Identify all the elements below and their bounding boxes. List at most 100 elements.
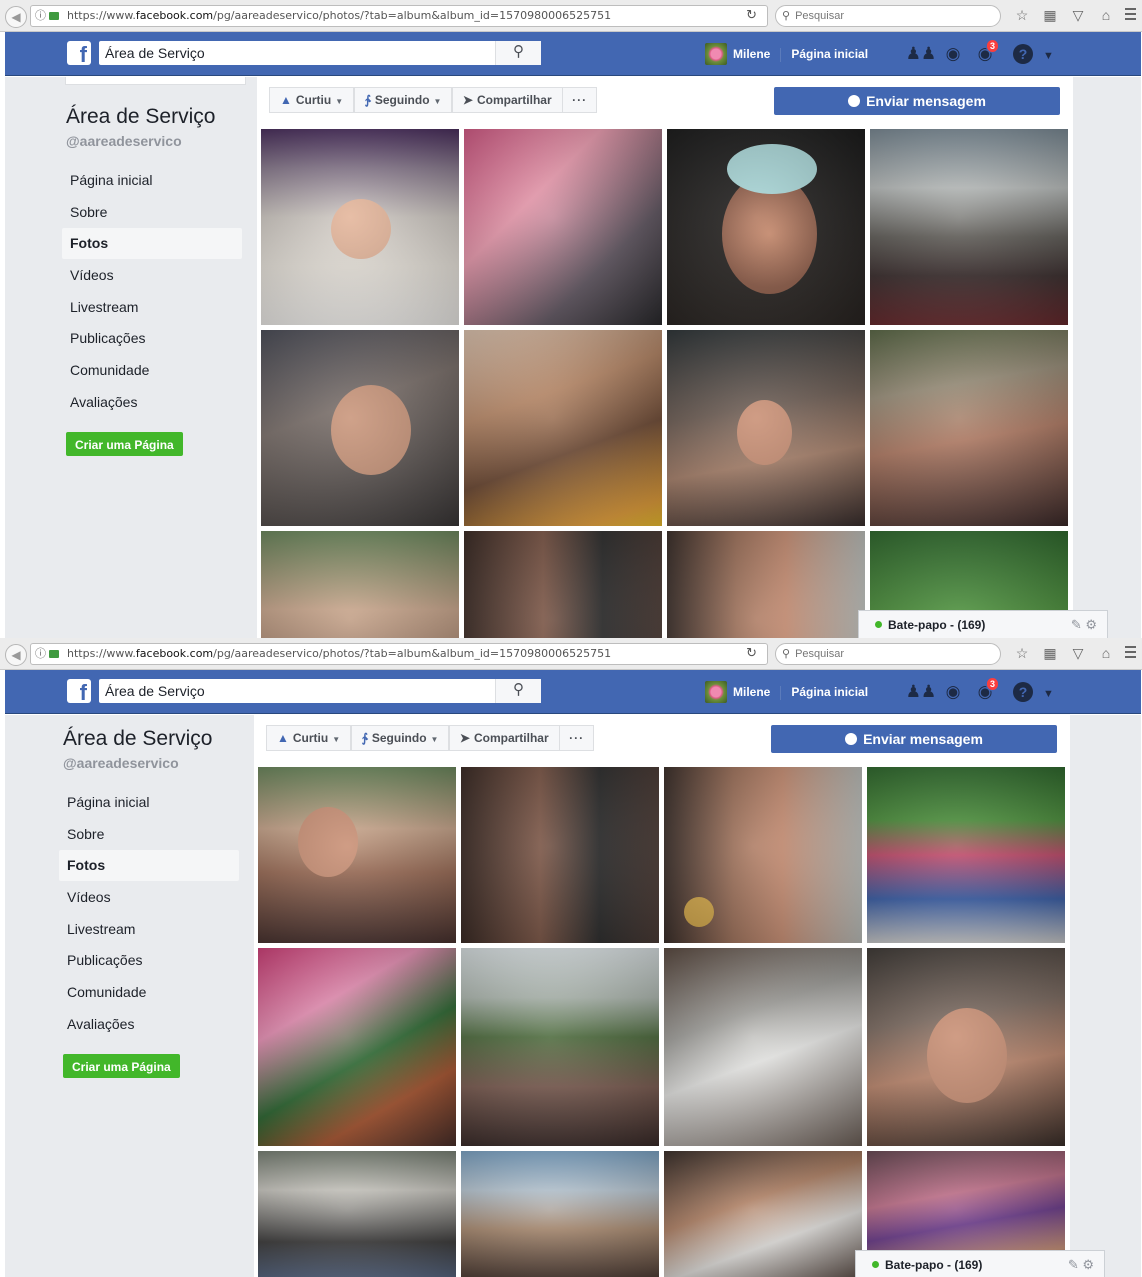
bookmark-star-icon[interactable]: ☆ <box>1008 7 1036 24</box>
home-link[interactable]: Página inicial <box>791 685 868 699</box>
browser-search-field[interactable]: ⚲ Pesquisar <box>775 5 1001 27</box>
facebook-search-input[interactable]: Área de Serviço ⚲ <box>99 41 541 65</box>
photo-thumbnail[interactable] <box>867 767 1065 943</box>
more-button[interactable]: ··· <box>562 87 598 113</box>
sidebar-item-community[interactable]: Comunidade <box>59 977 239 1008</box>
home-icon[interactable]: ⌂ <box>1092 7 1120 23</box>
photo-thumbnail[interactable] <box>667 129 865 325</box>
sidebar-item-about[interactable]: Sobre <box>62 197 242 228</box>
photo-thumbnail[interactable] <box>261 129 459 325</box>
create-page-button[interactable]: Criar uma Página <box>66 431 183 456</box>
chat-sidebar-bar[interactable]: Bate-papo - (169) ✎ ⚙ <box>855 1250 1105 1277</box>
photo-thumbnail[interactable] <box>258 948 456 1146</box>
photo-thumbnail[interactable] <box>664 767 862 943</box>
sidebar-item-livestream[interactable]: Livestream <box>59 914 239 945</box>
photo-thumbnail[interactable] <box>464 531 662 638</box>
info-icon[interactable]: ⓘ <box>35 644 46 664</box>
photo-thumbnail[interactable] <box>464 330 662 526</box>
reading-list-icon[interactable]: ▦ <box>1036 7 1064 24</box>
friend-requests-icon[interactable]: ♟♟ <box>905 681 937 703</box>
photo-thumbnail[interactable] <box>461 1151 659 1277</box>
reload-icon[interactable]: ↻ <box>746 644 757 664</box>
sidebar-item-home[interactable]: Página inicial <box>62 165 242 196</box>
share-button[interactable]: ➤ Compartilhar <box>448 725 560 751</box>
pocket-icon[interactable]: ▽ <box>1064 7 1092 24</box>
photo-thumbnail[interactable] <box>258 767 456 943</box>
messenger-icon[interactable]: ◉ <box>937 681 969 703</box>
photo-thumbnail[interactable] <box>870 330 1068 526</box>
info-icon[interactable]: ⓘ <box>35 6 46 26</box>
home-icon[interactable]: ⌂ <box>1092 645 1120 661</box>
messenger-icon[interactable]: ◉ <box>937 43 969 65</box>
following-button[interactable]: ∱ Seguindo ▼ <box>350 725 450 751</box>
account-menu-caret-icon[interactable]: ▼ <box>1043 45 1054 67</box>
browser-search-field[interactable]: ⚲ Pesquisar <box>775 643 1001 665</box>
share-button[interactable]: ➤ Compartilhar <box>451 87 563 113</box>
photo-thumbnail[interactable] <box>870 129 1068 325</box>
following-button[interactable]: ∱ Seguindo ▼ <box>353 87 453 113</box>
user-name-link[interactable]: Milene <box>733 47 770 61</box>
facebook-logo-icon[interactable]: f <box>67 679 91 703</box>
reload-icon[interactable]: ↻ <box>746 6 757 26</box>
photo-thumbnail[interactable] <box>261 330 459 526</box>
hamburger-menu-icon[interactable] <box>1125 646 1136 661</box>
photo-thumbnail[interactable] <box>461 948 659 1146</box>
user-avatar[interactable] <box>705 681 727 703</box>
sidebar-item-community[interactable]: Comunidade <box>62 355 242 386</box>
account-menu-caret-icon[interactable]: ▼ <box>1043 683 1054 705</box>
sidebar-item-reviews[interactable]: Avaliações <box>59 1009 239 1040</box>
chat-sidebar-bar[interactable]: Bate-papo - (169) ✎ ⚙ <box>858 610 1108 638</box>
compose-icon[interactable]: ✎ <box>1068 1257 1079 1272</box>
liked-button[interactable]: ▲ Curtiu ▼ <box>269 87 355 113</box>
home-link[interactable]: Página inicial <box>791 47 868 61</box>
reading-list-icon[interactable]: ▦ <box>1036 645 1064 662</box>
sidebar-item-about[interactable]: Sobre <box>59 819 239 850</box>
send-message-button[interactable]: Enviar mensagem <box>771 725 1057 753</box>
back-arrow-icon[interactable]: ◀ <box>5 644 27 666</box>
photo-thumbnail[interactable] <box>464 129 662 325</box>
search-icon[interactable]: ⚲ <box>495 41 541 65</box>
photo-thumbnail[interactable] <box>667 330 865 526</box>
hamburger-menu-icon[interactable] <box>1125 8 1136 23</box>
notifications-globe-icon[interactable]: ◉ 3 <box>969 677 1001 703</box>
help-icon[interactable]: ? <box>1013 44 1033 64</box>
compose-icon[interactable]: ✎ <box>1071 617 1082 632</box>
sidebar-item-reviews[interactable]: Avaliações <box>62 387 242 418</box>
more-button[interactable]: ··· <box>559 725 595 751</box>
friend-requests-icon[interactable]: ♟♟ <box>905 43 937 65</box>
sidebar-item-videos[interactable]: Vídeos <box>59 882 239 913</box>
user-avatar[interactable] <box>705 43 727 65</box>
pocket-icon[interactable]: ▽ <box>1064 645 1092 662</box>
bookmark-star-icon[interactable]: ☆ <box>1008 645 1036 662</box>
page-handle[interactable]: @aareadeservico <box>59 755 246 771</box>
address-bar[interactable]: ⓘ https://www.facebook.com/pg/aareadeserv… <box>30 643 768 665</box>
send-message-button[interactable]: Enviar mensagem <box>774 87 1060 115</box>
user-name-link[interactable]: Milene <box>733 685 770 699</box>
address-bar[interactable]: ⓘ https://www.facebook.com/pg/aareadeserv… <box>30 5 768 27</box>
photo-thumbnail[interactable] <box>667 531 865 638</box>
create-page-button[interactable]: Criar uma Página <box>63 1053 180 1078</box>
photo-thumbnail[interactable] <box>258 1151 456 1277</box>
photo-thumbnail[interactable] <box>664 948 862 1146</box>
sidebar-item-livestream[interactable]: Livestream <box>62 292 242 323</box>
facebook-logo-icon[interactable]: f <box>67 41 91 65</box>
gear-icon[interactable]: ⚙ <box>1085 617 1097 632</box>
page-title[interactable]: Área de Serviço <box>59 727 246 751</box>
page-title[interactable]: Área de Serviço <box>62 105 249 129</box>
back-arrow-icon[interactable]: ◀ <box>5 6 27 28</box>
photo-thumbnail[interactable] <box>867 948 1065 1146</box>
sidebar-item-photos[interactable]: Fotos <box>59 850 239 882</box>
sidebar-item-videos[interactable]: Vídeos <box>62 260 242 291</box>
liked-button[interactable]: ▲ Curtiu ▼ <box>266 725 352 751</box>
help-icon[interactable]: ? <box>1013 682 1033 702</box>
sidebar-item-posts[interactable]: Publicações <box>59 945 239 976</box>
sidebar-item-posts[interactable]: Publicações <box>62 323 242 354</box>
photo-thumbnail[interactable] <box>461 767 659 943</box>
notifications-globe-icon[interactable]: ◉ 3 <box>969 39 1001 65</box>
photo-thumbnail[interactable] <box>664 1151 862 1277</box>
page-handle[interactable]: @aareadeservico <box>62 133 249 149</box>
search-icon[interactable]: ⚲ <box>495 679 541 703</box>
sidebar-item-home[interactable]: Página inicial <box>59 787 239 818</box>
photo-thumbnail[interactable] <box>261 531 459 638</box>
facebook-search-input[interactable]: Área de Serviço ⚲ <box>99 679 541 703</box>
